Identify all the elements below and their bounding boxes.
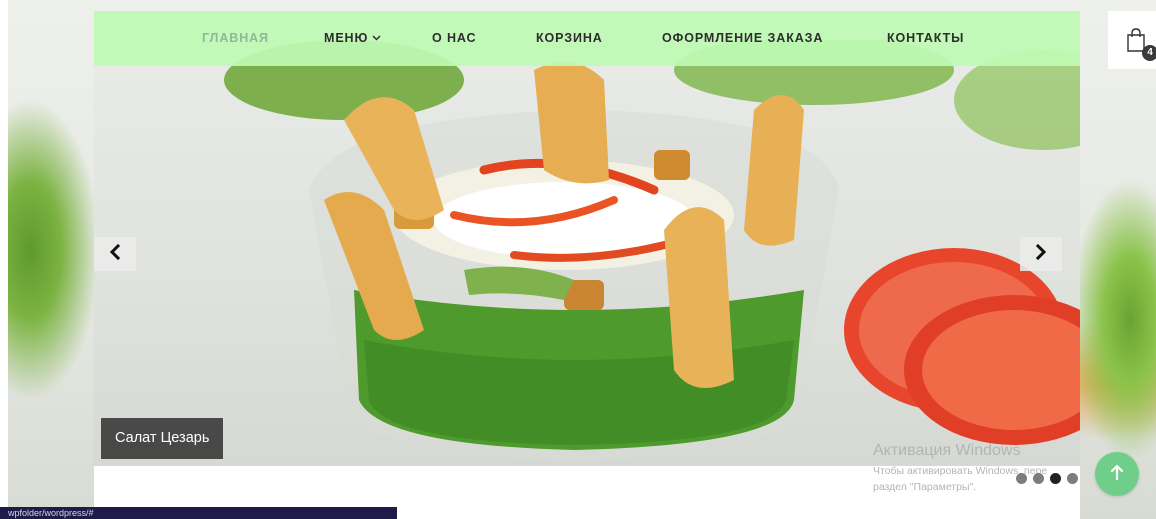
nav-item-label: КОРЗИНА [536, 31, 603, 45]
cart-count-badge: 4 [1142, 45, 1156, 61]
nav-item-menu[interactable]: МЕНЮ [324, 31, 381, 45]
slider-next-button[interactable] [1020, 237, 1062, 271]
slider-prev-button[interactable] [94, 237, 136, 271]
slider-dot-active[interactable] [1050, 473, 1061, 484]
nav-item-label: КОНТАКТЫ [887, 31, 965, 45]
slider-dot[interactable] [1016, 473, 1027, 484]
nav-item-label: МЕНЮ [324, 31, 369, 45]
windows-activation-title: Активация Windows [873, 442, 1021, 459]
cart-button[interactable]: 4 [1108, 11, 1156, 69]
browser-status-url: wpfolder/wordpress/# [0, 507, 397, 519]
nav-item-about[interactable]: О НАС [432, 31, 476, 45]
chevron-left-icon [108, 243, 122, 265]
arrow-up-icon [1109, 463, 1125, 486]
page: ГЛАВНАЯ МЕНЮ О НАС КОРЗИНА ОФОРМЛЕНИЕ ЗА… [0, 0, 1156, 519]
chevron-right-icon [1034, 243, 1048, 265]
nav-item-home[interactable]: ГЛАВНАЯ [202, 31, 269, 45]
nav-item-label: ГЛАВНАЯ [202, 31, 269, 45]
left-margin [0, 0, 8, 519]
windows-activation-text: раздел "Параметры". [873, 481, 977, 493]
slide-caption: Салат Цезарь [101, 418, 224, 459]
back-to-top-button[interactable] [1095, 452, 1139, 496]
slider-image [94, 40, 1080, 466]
caesar-salad-photo [224, 40, 1080, 460]
slider-dot[interactable] [1067, 473, 1078, 484]
nav-item-cart[interactable]: КОРЗИНА [536, 31, 603, 45]
slider-dot[interactable] [1033, 473, 1044, 484]
slider-pagination [1016, 473, 1078, 484]
main-navigation: ГЛАВНАЯ МЕНЮ О НАС КОРЗИНА ОФОРМЛЕНИЕ ЗА… [94, 11, 1080, 66]
chevron-down-icon [372, 33, 381, 44]
nav-item-label: ОФОРМЛЕНИЕ ЗАКАЗА [662, 31, 824, 45]
nav-item-label: О НАС [432, 31, 477, 45]
nav-item-checkout[interactable]: ОФОРМЛЕНИЕ ЗАКАЗА [662, 31, 823, 45]
nav-item-contacts[interactable]: КОНТАКТЫ [887, 31, 964, 45]
